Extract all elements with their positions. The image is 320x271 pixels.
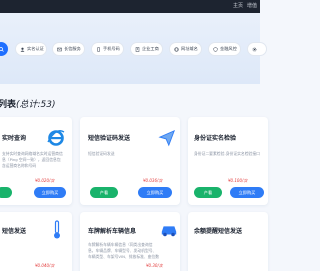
gear-icon — [252, 47, 257, 52]
mail-icon — [57, 47, 62, 52]
building-icon — [135, 47, 140, 52]
card-view-button[interactable] — [0, 187, 12, 198]
card-description: 支持实时查询网络域名实时运营商信息（Ping 空间一致），返回信息包含运营商名称… — [2, 151, 63, 168]
total-count: (总计:53) — [16, 100, 56, 110]
card-title: 身份证实名检验 — [194, 135, 237, 142]
card-title: 实时查询 — [2, 135, 27, 142]
thermometer-icon — [54, 220, 60, 239]
card-view-button[interactable]: 产看 — [90, 187, 118, 198]
product-card[interactable]: 实时查询 支持实时查询网络域名实时运营商信息（Ping 空间一致），返回信息包含… — [0, 117, 72, 205]
search-icon — [0, 47, 4, 52]
card-price: ¥0.020/次 — [35, 178, 55, 183]
car-icon — [161, 226, 177, 237]
card-title: 短信发送 — [2, 228, 27, 235]
shield-icon — [213, 47, 218, 52]
top-link-home[interactable]: 主页 — [233, 3, 243, 9]
card-price: ¥0.036/次 — [143, 178, 163, 183]
section-title: 列表(总计:53) — [0, 100, 56, 110]
card-buy-button[interactable]: 立即购买 — [138, 187, 172, 198]
card-title: 余额提醒短信发送 — [194, 228, 243, 235]
nav-item-more[interactable] — [247, 42, 267, 56]
nav-item-sms[interactable]: 长信服务 — [52, 42, 85, 56]
card-price: ¥0.100/次 — [228, 178, 248, 183]
top-bar: 主页 增值 — [0, 0, 260, 13]
card-price: ¥0.30/次 — [146, 263, 163, 268]
phone-icon — [97, 47, 100, 52]
nav-item-domain[interactable]: 网址域名 — [169, 42, 202, 56]
user-icon — [20, 47, 25, 52]
card-buy-button[interactable]: 立即购买 — [34, 187, 66, 198]
card-buy-button[interactable]: 立即购买 — [230, 187, 264, 198]
card-description — [2, 242, 52, 254]
card-price: ¥0.040/次 — [35, 263, 55, 268]
card-description: 身份证二要素检验-身份证实名检验接口 — [194, 151, 260, 156]
card-view-button[interactable]: 产看 — [194, 187, 222, 198]
product-card[interactable]: 短信验证码发送 短信验证码发送 ¥0.036/次 产看 立即购买 — [80, 117, 180, 205]
card-title: 短信验证码发送 — [88, 135, 131, 142]
card-description: 车牌解析车辆车辆信息（同类出查询信息，车辆品牌、车辆型号、发动机型号、车辆类型、… — [88, 242, 160, 259]
nav-search-button[interactable] — [0, 42, 8, 56]
product-card[interactable]: 身份证实名检验 身份证二要素检验-身份证实名检验接口 ¥0.100/次 产看 立… — [188, 117, 268, 205]
category-nav: 实名认证 长信服务 手机号码 企业工商 网址域名 金融风控 — [0, 42, 267, 58]
product-card[interactable]: 余额提醒短信发送 — [188, 212, 268, 271]
product-card[interactable]: 短信发送 ¥0.040/次 — [0, 212, 72, 271]
nav-item-phone[interactable]: 手机号码 — [91, 42, 124, 56]
nav-item-realname[interactable]: 实名认证 — [15, 42, 47, 56]
ie-icon — [47, 130, 65, 146]
nav-item-finance[interactable]: 金融风控 — [208, 42, 241, 56]
top-link-value[interactable]: 增值 — [247, 3, 257, 9]
id-card-icon — [250, 117, 251, 118]
globe-icon — [174, 47, 179, 52]
card-description: 短信验证码发送 — [88, 151, 115, 156]
bell-icon — [258, 212, 259, 213]
nav-item-enterprise[interactable]: 企业工商 — [130, 42, 163, 56]
product-card[interactable]: 车牌解析车辆信息 车牌解析车辆车辆信息（同类出查询信息，车辆品牌、车辆型号、发动… — [80, 212, 180, 271]
card-title: 车牌解析车辆信息 — [88, 228, 137, 235]
send-icon — [158, 129, 175, 147]
